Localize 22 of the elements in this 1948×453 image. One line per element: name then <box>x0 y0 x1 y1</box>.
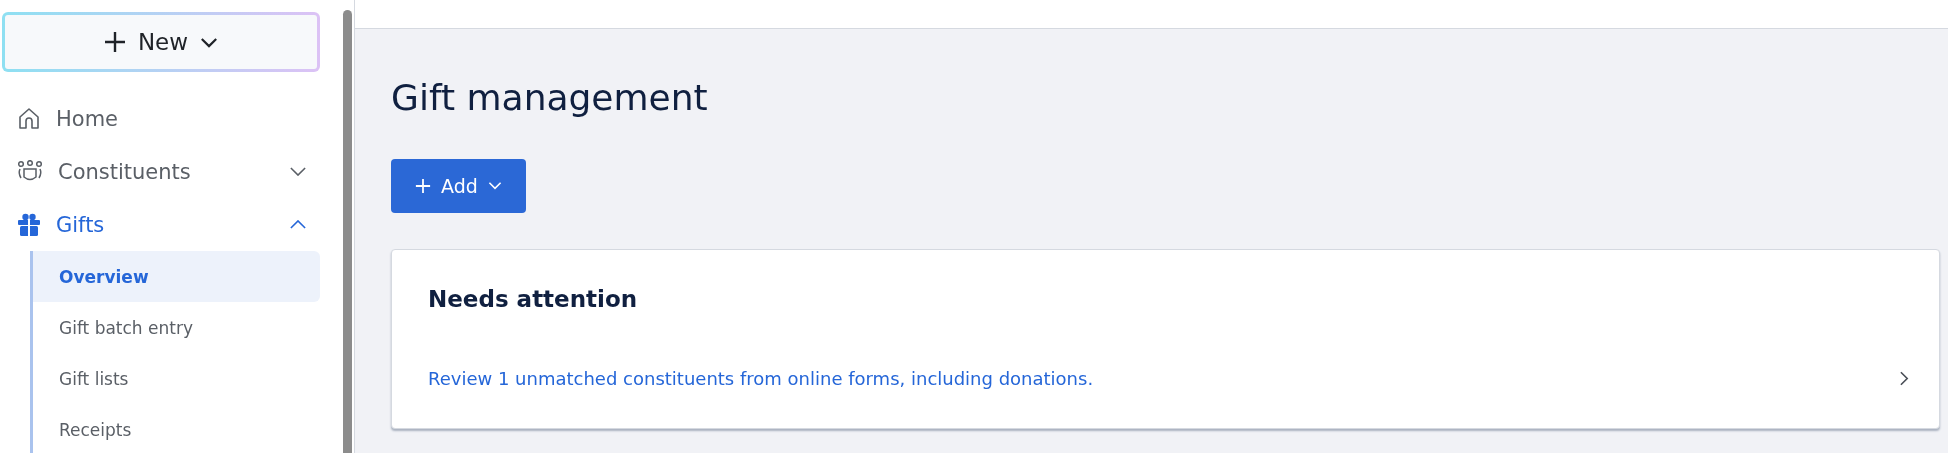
nav-subitem[interactable]: Receipts <box>33 404 320 453</box>
add-button[interactable]: Add <box>391 159 526 213</box>
nav-item[interactable]: Gifts <box>2 198 320 251</box>
chevron-down-icon <box>487 182 502 190</box>
review-link[interactable]: Review 1 unmatched constituents from online forms, including donations. <box>428 368 1094 389</box>
chevron-down-icon <box>200 36 219 48</box>
nav-item[interactable]: Home <box>2 92 320 145</box>
new-button[interactable]: New <box>2 12 320 72</box>
plus-icon <box>103 31 126 53</box>
home-icon <box>17 106 41 131</box>
card-title: Needs attention <box>428 286 639 312</box>
nav-subitem[interactable]: Overview <box>33 251 320 302</box>
plus-icon <box>415 178 431 194</box>
chevron-right-icon[interactable] <box>1900 371 1909 386</box>
chevron-down-icon <box>290 167 306 176</box>
gift-icon <box>17 212 41 237</box>
page-title: Gift management <box>391 77 709 120</box>
nav-item[interactable]: Constituents <box>2 145 320 198</box>
chevron-up-icon <box>290 220 306 229</box>
scrollbar-thumb[interactable] <box>343 10 352 453</box>
nav-subitem[interactable]: Gift batch entry <box>33 302 320 353</box>
nav-subitem[interactable]: Gift lists <box>33 353 320 404</box>
